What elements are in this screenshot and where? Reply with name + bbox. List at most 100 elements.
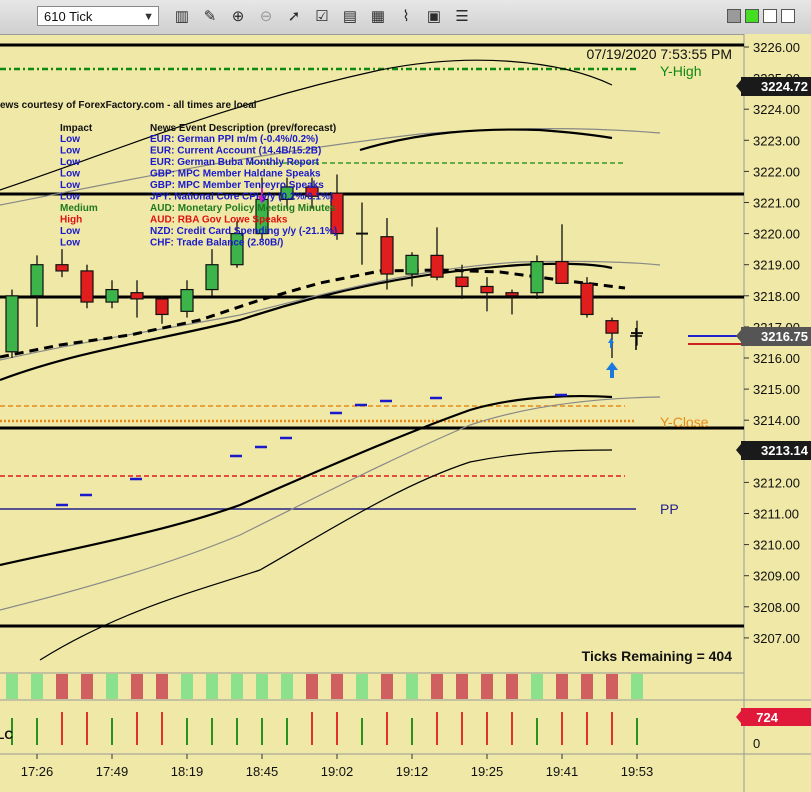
time-tick-label: 19:41: [546, 764, 579, 779]
time-tick-label: 19:53: [621, 764, 654, 779]
candle-body: [55, 264, 69, 272]
chart-toolbar: 610 Tick ▼ ▥ ✎ ⊕ ⊖ ➚ ☑ ▤ ▦ ⌇ ▣ ☰: [0, 0, 811, 35]
candle-body: [205, 264, 219, 291]
data-box-icon[interactable]: ▣: [424, 7, 444, 27]
time-tick-label: 17:49: [96, 764, 129, 779]
time-tick-label: 18:45: [246, 764, 279, 779]
news-event: GBP: MPC Member Haldane Speaks: [150, 169, 321, 180]
volume-bar: [356, 674, 368, 699]
volume-bar: [81, 674, 93, 699]
zoom-in-icon[interactable]: ⊕: [228, 7, 248, 27]
news-event: GBP: MPC Member Tenreyro Speaks: [150, 180, 324, 191]
svg-text:3213.14: 3213.14: [761, 443, 809, 458]
tile-icon[interactable]: ☰: [452, 7, 472, 27]
timestamp: 07/19/2020 7:53:55 PM: [586, 46, 732, 62]
tick-panel: [11, 712, 638, 745]
news-courtesy: ews courtesy of ForexFactory.com - all t…: [0, 100, 257, 111]
price-tick-label: 3215.00: [753, 382, 800, 397]
volume-stub-label: LC: [0, 728, 13, 742]
close-icon[interactable]: [781, 9, 795, 23]
volume-bar: [556, 674, 568, 699]
pointer-icon[interactable]: ➚: [284, 7, 304, 27]
volume-bar: [156, 674, 168, 699]
volume-bar: [281, 674, 293, 699]
time-tick-label: 18:19: [171, 764, 204, 779]
price-tick-label: 3208.00: [753, 600, 800, 615]
chevron-down-icon: ▼: [143, 11, 154, 23]
strategies-icon[interactable]: ▦: [368, 7, 388, 27]
time-tick-label: 19:25: [471, 764, 504, 779]
price-tick-label: 3220.00: [753, 227, 800, 242]
news-impact: Low: [60, 169, 80, 180]
candle-body: [30, 264, 44, 297]
up-arrow-icon: [608, 338, 614, 348]
price-tick-label: 3218.00: [753, 289, 800, 304]
price-tick-label: 3226.00: [753, 40, 800, 55]
news-desc-header: News Event Description (prev/forecast): [150, 123, 336, 134]
candle-body: [80, 270, 94, 303]
interval-selector[interactable]: 610 Tick ▼: [37, 6, 159, 26]
price-tick-label: 3210.00: [753, 538, 800, 553]
moving-averages: [0, 59, 661, 661]
price-tick-label: 3209.00: [753, 569, 800, 584]
volume-bar: [306, 674, 318, 699]
volume-panel: [6, 674, 643, 699]
volume-bar: [256, 674, 268, 699]
news-impact: Low: [60, 157, 80, 168]
volume-bar: [506, 674, 518, 699]
candle-body: [480, 285, 494, 294]
price-tick-label: 3212.00: [753, 475, 800, 490]
draw-icon[interactable]: ✎: [200, 7, 220, 27]
news-panel: ews courtesy of ForexFactory.com - all t…: [0, 100, 337, 249]
templates-icon[interactable]: ⌇: [396, 7, 416, 27]
candle-body: [455, 276, 469, 288]
news-impact-header: Impact: [60, 123, 93, 134]
indicators-icon[interactable]: ▤: [340, 7, 360, 27]
price-tick-label: 3222.00: [753, 164, 800, 179]
news-impact: Low: [60, 134, 80, 145]
minimize-icon[interactable]: [727, 9, 741, 23]
volume-bar: [606, 674, 618, 699]
volume-bar: [531, 674, 543, 699]
news-event: EUR: German Buba Monthly Report: [150, 157, 320, 168]
volume-bar: [131, 674, 143, 699]
properties-icon[interactable]: ☑: [312, 7, 332, 27]
candle-body: [605, 320, 619, 334]
candle-body: [430, 254, 444, 278]
news-impact: Low: [60, 192, 80, 203]
news-impact: High: [60, 215, 82, 226]
candle-body: [5, 295, 19, 353]
volume-bar: [481, 674, 493, 699]
news-event: EUR: Current Account (14.4B/15.2B): [150, 146, 321, 157]
candle-body: [380, 236, 394, 275]
price-tick-label: 3219.00: [753, 258, 800, 273]
price-chart[interactable]: 3226.003225.003224.003223.003222.003221.…: [0, 34, 811, 792]
bar-type-icon[interactable]: ▥: [172, 7, 192, 27]
ticks-remaining: Ticks Remaining = 404: [582, 648, 733, 664]
news-impact: Low: [60, 146, 80, 157]
volume-bar: [631, 674, 643, 699]
candle-body: [405, 254, 419, 275]
volume-bar: [231, 674, 243, 699]
link-icon[interactable]: [745, 9, 759, 23]
volume-bar: [331, 674, 343, 699]
volume-bar: [31, 674, 43, 699]
candle-body: [530, 260, 544, 294]
time-tick-label: 19:02: [321, 764, 354, 779]
volume-bar: [56, 674, 68, 699]
candle-body: [155, 298, 169, 316]
zoom-out-icon[interactable]: ⊖: [256, 7, 276, 27]
svg-text:724: 724: [756, 710, 778, 725]
pp-label: PP: [660, 501, 679, 517]
candle-body: [180, 288, 194, 312]
price-tick-label: 3207.00: [753, 631, 800, 646]
candle-body: [105, 288, 119, 303]
maximize-icon[interactable]: [763, 9, 777, 23]
news-event: CHF: Trade Balance (2.80B/): [150, 238, 283, 249]
volume-bar: [106, 674, 118, 699]
time-tick-label: 17:26: [21, 764, 54, 779]
volume-bar: [381, 674, 393, 699]
news-event: JPY: National Core CPI y/y (0.2%/0.1%): [150, 192, 333, 203]
volume-bar: [431, 674, 443, 699]
price-tick-label: 3211.00: [753, 507, 799, 522]
